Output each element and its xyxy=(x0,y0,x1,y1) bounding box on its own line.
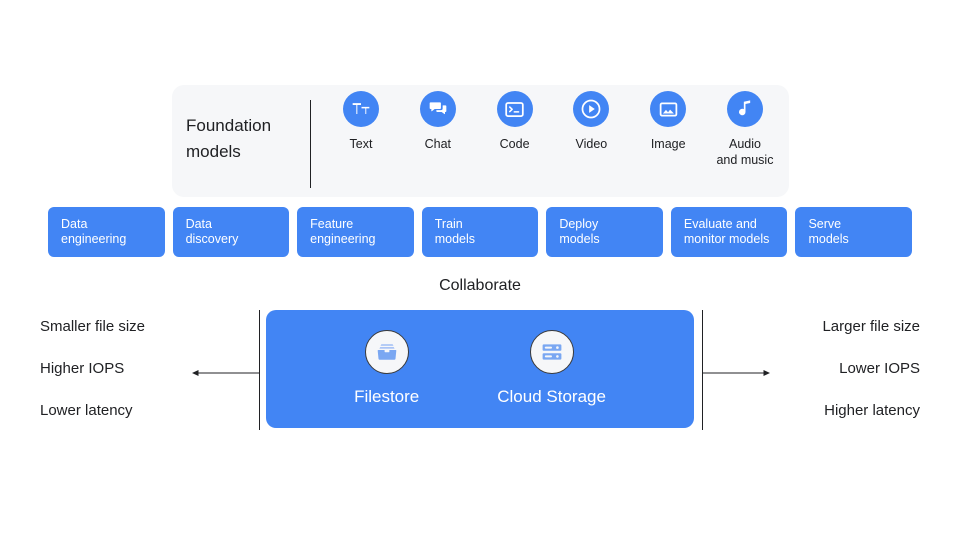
modality-label-line1: Chat xyxy=(424,137,451,151)
chip-label-line1: Evaluate and xyxy=(683,217,757,231)
code-terminal-icon xyxy=(496,91,533,127)
modality-chat[interactable]: Chat xyxy=(401,91,475,152)
file-tray-icon xyxy=(364,330,409,374)
server-rack-icon xyxy=(529,330,574,374)
right-axis-label-3: Higher latency xyxy=(824,402,920,419)
right-axis-label-1: Larger file size xyxy=(822,318,920,335)
pipeline-step-feature-engineering[interactable]: Feature engineering xyxy=(297,207,414,257)
vertical-divider xyxy=(310,100,311,188)
modality-text[interactable]: Text xyxy=(324,91,398,152)
modality-label-line1: Audio xyxy=(728,137,761,151)
foundation-title-line2: models xyxy=(186,142,241,161)
pipeline-steps: Data engineering Data discovery Feature … xyxy=(48,207,913,257)
chip-label-line2: models xyxy=(559,232,600,246)
chip-label-line2: engineering xyxy=(61,232,127,246)
modality-label: Text xyxy=(350,136,373,152)
modality-label: Video xyxy=(576,136,608,152)
storage-product-label: Cloud Storage xyxy=(497,387,606,406)
chip-label-line2: models xyxy=(434,232,476,246)
right-axis-labels: Larger file size Lower IOPS Higher laten… xyxy=(775,318,920,444)
pipeline-step-deploy-models[interactable]: Deploy models xyxy=(546,207,663,257)
arrow-right-icon xyxy=(703,370,770,376)
left-axis-label-2: Higher IOPS xyxy=(40,360,125,377)
modality-label-line1: Image xyxy=(650,137,686,151)
modality-label-line1: Code xyxy=(499,137,530,151)
chip-label-line2: engineering xyxy=(310,232,376,246)
foundation-models-title: Foundation models xyxy=(186,113,316,165)
chip-label-line1: Data xyxy=(61,217,88,231)
pipeline-step-serve-models[interactable]: Serve models xyxy=(795,207,913,257)
pipeline-step-data-discovery[interactable]: Data discovery xyxy=(172,207,290,257)
storage-product-label: Filestore xyxy=(354,387,420,406)
modality-label-line1: Text xyxy=(349,137,373,151)
modality-list: Text Chat Code Video Image Audio and mus… xyxy=(324,91,782,197)
chip-label-line1: Train xyxy=(434,217,463,231)
storage-product-cloud-storage[interactable]: Cloud Storage xyxy=(497,330,606,408)
diagram-canvas: Foundation models Text Chat Code Video I… xyxy=(0,0,960,540)
image-icon xyxy=(650,91,687,127)
modality-audio-and-music[interactable]: Audio and music xyxy=(708,91,782,168)
pipeline-step-data-engineering[interactable]: Data engineering xyxy=(48,207,165,257)
text-icon xyxy=(343,91,379,127)
chip-label-line2: models xyxy=(808,232,849,246)
modality-label-line2: and music xyxy=(716,153,774,167)
foundation-models-card: Foundation models Text Chat Code Video I… xyxy=(172,85,789,197)
chip-label-line1: Feature xyxy=(310,217,354,231)
storage-products-band: Filestore Cloud Storage xyxy=(266,310,694,428)
play-circle-icon xyxy=(573,91,610,127)
collaborate-label: Collaborate xyxy=(439,277,521,294)
pipeline-step-train-models[interactable]: Train models xyxy=(421,207,539,257)
modality-label: Chat xyxy=(425,136,451,152)
chat-bubble-icon xyxy=(419,91,456,127)
arrow-left-icon xyxy=(192,370,259,376)
modality-image[interactable]: Image xyxy=(631,91,705,152)
storage-product-filestore[interactable]: Filestore xyxy=(354,330,419,408)
pipeline-step-evaluate-and-monitor-models[interactable]: Evaluate and monitor models xyxy=(670,207,788,257)
chip-label-line1: Deploy xyxy=(559,217,599,231)
modality-label: Code xyxy=(500,136,530,152)
modality-label-line1: Video xyxy=(575,137,608,151)
right-axis-label-2: Lower IOPS xyxy=(839,360,920,377)
modality-code[interactable]: Code xyxy=(478,91,552,152)
left-axis-label-3: Lower latency xyxy=(40,402,133,419)
chip-label-line2: discovery xyxy=(185,232,239,246)
chip-label-line1: Serve xyxy=(808,217,842,231)
left-axis-labels: Smaller file size Higher IOPS Lower late… xyxy=(40,318,185,444)
chip-label-line1: Data xyxy=(185,217,212,231)
foundation-title-line1: Foundation xyxy=(186,116,272,135)
modality-label: Audio and music xyxy=(716,136,773,168)
music-note-icon xyxy=(726,91,763,127)
left-axis-label-1: Smaller file size xyxy=(40,318,146,335)
modality-label: Image xyxy=(651,136,686,152)
modality-video[interactable]: Video xyxy=(554,91,628,152)
chip-label-line2: monitor models xyxy=(683,232,770,246)
